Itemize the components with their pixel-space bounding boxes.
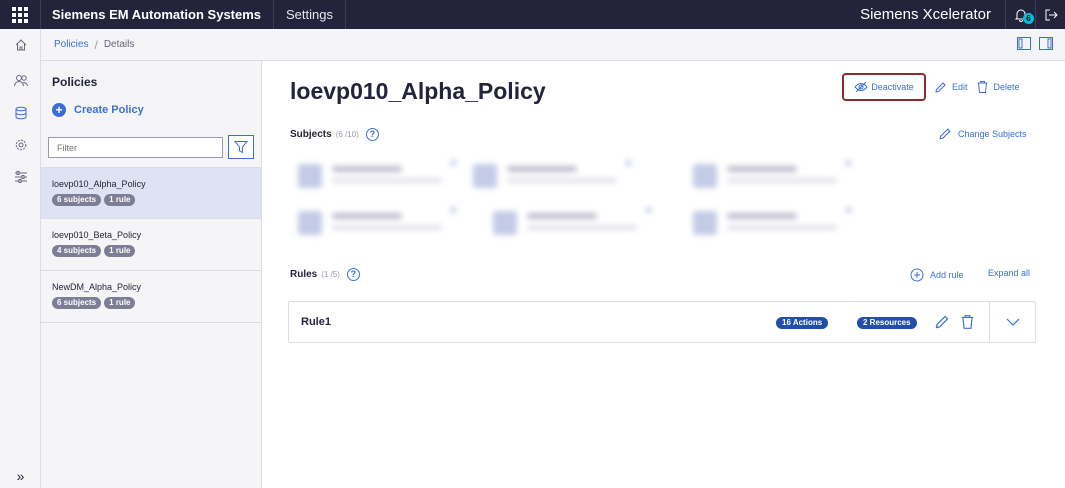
policy-details: loevp010_Alpha_Policy Deactivate Edit De… bbox=[262, 61, 1065, 488]
gear-icon bbox=[15, 139, 26, 151]
rail-settings[interactable] bbox=[0, 129, 41, 161]
breadcrumb-details: Details bbox=[103, 39, 135, 50]
subjects-heading: Subjects (6 /10) ? bbox=[290, 128, 379, 141]
left-rail: » bbox=[0, 29, 41, 488]
database-icon bbox=[15, 106, 26, 120]
breadcrumb: Policies / Details bbox=[41, 29, 1065, 61]
plus-circle-icon bbox=[910, 268, 924, 282]
trash-icon[interactable] bbox=[960, 314, 975, 330]
help-icon[interactable]: ? bbox=[346, 268, 360, 281]
subjects-label: Subjects bbox=[290, 129, 332, 140]
subject-card[interactable] bbox=[467, 156, 637, 196]
users-icon bbox=[13, 75, 28, 87]
list-item[interactable]: loevp010_Alpha_Policy 6 subjects 1 rule bbox=[41, 167, 261, 219]
resources-badge: 2 Resources bbox=[857, 317, 917, 329]
rule-row[interactable]: Rule1 16 Actions 2 Resources bbox=[288, 301, 1036, 343]
create-policy-button[interactable]: + Create Policy bbox=[52, 103, 144, 117]
logout-button[interactable] bbox=[1035, 0, 1065, 29]
edit-label: Edit bbox=[952, 82, 968, 92]
rule-name: Rule1 bbox=[301, 316, 331, 328]
create-policy-label: Create Policy bbox=[74, 104, 144, 116]
toggle-left-panel-icon[interactable] bbox=[1017, 37, 1031, 50]
subjects-badge: 6 subjects bbox=[52, 194, 102, 206]
policy-name: NewDM_Alpha_Policy bbox=[52, 282, 142, 292]
panel-title: Policies bbox=[52, 75, 98, 89]
rail-users[interactable] bbox=[0, 65, 41, 97]
app-launcher-button[interactable] bbox=[0, 0, 41, 29]
rules-badge: 1 rule bbox=[104, 194, 136, 206]
rules-count: (1 /5) bbox=[321, 270, 340, 279]
plus-circle-icon: + bbox=[52, 103, 66, 117]
rules-heading: Rules (1 /5) ? bbox=[290, 268, 360, 281]
breadcrumb-policies[interactable]: Policies bbox=[54, 39, 88, 50]
change-subjects-label: Change Subjects bbox=[958, 129, 1027, 139]
filter-button[interactable] bbox=[228, 135, 254, 159]
settings-link[interactable]: Settings bbox=[273, 0, 346, 29]
list-item[interactable]: loevp010_Beta_Policy 4 subjects 1 rule bbox=[41, 219, 261, 271]
pencil-icon bbox=[939, 128, 951, 140]
top-bar: Siemens EM Automation Systems Settings S… bbox=[0, 0, 1065, 29]
policy-list: loevp010_Alpha_Policy 6 subjects 1 rule … bbox=[41, 167, 261, 323]
subject-card[interactable] bbox=[687, 203, 857, 243]
subject-card[interactable] bbox=[687, 156, 857, 196]
help-icon[interactable]: ? bbox=[365, 128, 379, 141]
rail-policies[interactable] bbox=[0, 97, 41, 129]
delete-button[interactable]: Delete bbox=[976, 80, 1020, 94]
pencil-icon bbox=[935, 81, 946, 93]
deactivate-button[interactable]: Deactivate bbox=[842, 73, 926, 101]
toggle-right-panel-icon[interactable] bbox=[1039, 37, 1053, 50]
delete-label: Delete bbox=[993, 82, 1020, 92]
deactivate-label: Deactivate bbox=[871, 82, 914, 92]
notification-badge: 6 bbox=[1023, 13, 1034, 24]
trash-icon bbox=[977, 81, 988, 93]
logout-icon bbox=[1045, 9, 1058, 20]
change-subjects-button[interactable]: Change Subjects bbox=[938, 127, 1027, 141]
pencil-icon[interactable] bbox=[934, 314, 950, 330]
chevron-down-icon[interactable] bbox=[1006, 317, 1020, 327]
page-title: loevp010_Alpha_Policy bbox=[290, 78, 546, 104]
policies-panel: Policies + Create Policy loevp010_Alpha_… bbox=[41, 61, 262, 488]
rules-label: Rules bbox=[290, 269, 318, 280]
rail-expand-button[interactable]: » bbox=[0, 468, 41, 484]
policy-name: loevp010_Beta_Policy bbox=[52, 230, 142, 240]
policy-actions: Deactivate Edit Delete bbox=[842, 73, 1020, 101]
edit-button[interactable]: Edit bbox=[934, 81, 968, 94]
grid-icon bbox=[12, 6, 28, 23]
subject-card[interactable] bbox=[487, 203, 657, 243]
subjects-badge: 4 subjects bbox=[52, 245, 102, 257]
home-icon bbox=[15, 39, 26, 51]
list-item[interactable]: NewDM_Alpha_Policy 6 subjects 1 rule bbox=[41, 271, 261, 323]
breadcrumb-separator: / bbox=[94, 37, 98, 52]
rail-filters[interactable] bbox=[0, 161, 41, 193]
add-rule-button[interactable]: Add rule bbox=[910, 268, 964, 282]
product-name: Siemens Xcelerator bbox=[860, 6, 991, 23]
rail-home[interactable] bbox=[0, 29, 41, 61]
actions-badge: 16 Actions bbox=[776, 317, 829, 329]
brand-name: Siemens EM Automation Systems bbox=[52, 7, 262, 22]
notifications-button[interactable]: 6 bbox=[1005, 0, 1035, 29]
rules-badge: 1 rule bbox=[104, 245, 136, 257]
filter-input[interactable] bbox=[48, 137, 223, 158]
add-rule-label: Add rule bbox=[930, 270, 964, 280]
policy-name: loevp010_Alpha_Policy bbox=[52, 179, 146, 189]
subjects-count: (6 /10) bbox=[335, 130, 359, 139]
eye-slash-icon bbox=[854, 81, 868, 93]
subjects-badge: 6 subjects bbox=[52, 297, 102, 309]
sliders-icon bbox=[14, 171, 27, 183]
subject-card[interactable] bbox=[292, 203, 462, 243]
expand-all-button[interactable]: Expand all bbox=[988, 268, 1030, 278]
subject-card[interactable] bbox=[292, 156, 462, 196]
funnel-icon bbox=[234, 141, 248, 154]
rules-badge: 1 rule bbox=[104, 297, 136, 309]
divider bbox=[989, 302, 990, 342]
